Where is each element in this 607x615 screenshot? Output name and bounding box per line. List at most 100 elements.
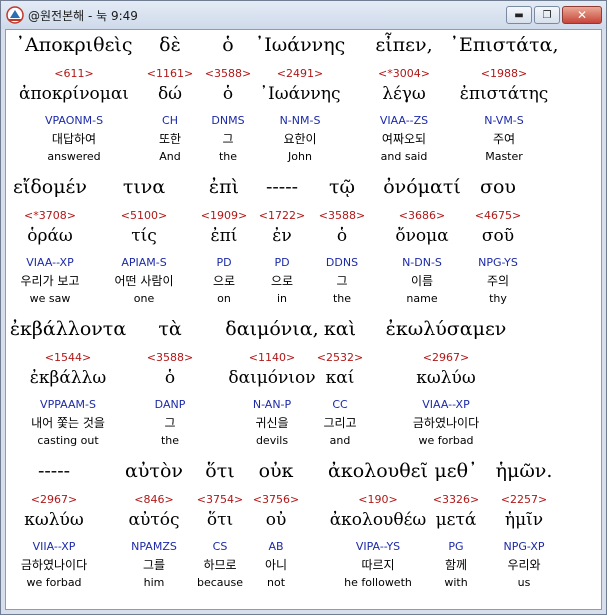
strong-number: <*3708> [24, 209, 76, 222]
english-gloss: not [266, 576, 286, 589]
lemma: σοῦ [481, 226, 515, 246]
lemma: ἡμῖν [504, 510, 544, 530]
lemma: κωλύω [416, 368, 476, 388]
greek-word[interactable]: τῷ [329, 176, 355, 198]
parsing-code: APIAM-S [121, 256, 167, 269]
strong-number: <3756> [252, 493, 300, 506]
korean-gloss: 대답하여 [51, 132, 97, 146]
minimize-button[interactable]: ▬ [506, 6, 532, 24]
app-logo-icon [6, 6, 24, 24]
greek-word[interactable]: τινα [123, 176, 165, 198]
korean-gloss: 주의 [486, 274, 510, 288]
greek-word[interactable]: ὅτι [205, 460, 234, 482]
english-gloss: with [444, 576, 468, 589]
korean-gloss: 함께 [444, 558, 468, 572]
strong-number: <3686> [398, 209, 446, 222]
greek-word[interactable]: ----- [38, 460, 70, 482]
english-gloss: the [160, 434, 180, 447]
english-gloss: and [329, 434, 351, 447]
strong-number: <1544> [44, 351, 92, 364]
strong-number: <3588> [318, 209, 366, 222]
greek-word[interactable]: ----- [266, 176, 298, 198]
parsing-code: N-DN-S [402, 256, 442, 269]
title-bar[interactable]: @원전본해 - 눅 9:49 ▬ ❐ ✕ [1, 1, 606, 29]
maximize-icon: ❐ [542, 9, 552, 21]
english-gloss: we saw [29, 292, 71, 305]
lemma: ἐν [272, 226, 292, 246]
strong-number: <3588> [146, 351, 194, 364]
parsing-code: VPPAAM-S [40, 398, 96, 411]
parsing-code: VIAA--ZS [379, 114, 429, 127]
english-gloss: and said [380, 150, 428, 163]
close-button[interactable]: ✕ [562, 6, 602, 24]
english-gloss: devils [255, 434, 289, 447]
greek-word[interactable]: ὁ [222, 34, 233, 56]
parsing-code: NPG-YS [478, 256, 518, 269]
lemma: δώ [157, 84, 183, 104]
greek-word[interactable]: ᾿Αποκριθεὶς [15, 34, 132, 56]
window-title: @원전본해 - 눅 9:49 [28, 9, 138, 23]
english-gloss: answered [47, 150, 101, 163]
greek-word[interactable]: ᾿Επιστάτα, [450, 34, 559, 56]
strong-number: <1909> [200, 209, 248, 222]
greek-word[interactable]: ἡμῶν. [496, 460, 553, 482]
lemma: ὁράω [27, 226, 73, 246]
maximize-button[interactable]: ❐ [534, 6, 560, 24]
strong-number: <5100> [120, 209, 168, 222]
parsing-code: VIAA--XP [26, 256, 74, 269]
english-gloss: casting out [37, 434, 99, 447]
parsing-code: DNMS [211, 114, 245, 127]
korean-gloss: 하므로 [203, 558, 237, 572]
lemma: ἐπιστάτης [459, 84, 549, 104]
greek-word[interactable]: μεθ᾿ [434, 460, 477, 482]
korean-gloss: 아니 [264, 558, 288, 572]
greek-word[interactable]: ἐκβάλλοντα [10, 318, 126, 340]
greek-word[interactable]: ἀκολουθεῖ [328, 460, 428, 482]
parsing-code: VPAONM-S [44, 114, 104, 127]
greek-word[interactable]: ᾿Ιωάννης [255, 34, 345, 56]
close-icon: ✕ [576, 8, 588, 22]
strong-number: <*3004> [378, 67, 430, 80]
greek-word[interactable]: εἶπεν, [375, 34, 432, 56]
strong-number: <4675> [474, 209, 522, 222]
lemma: ὅτι [206, 510, 234, 530]
lemma: μετά [435, 510, 477, 530]
korean-gloss: 그를 [142, 558, 166, 572]
strong-number: <2967> [30, 493, 78, 506]
korean-gloss: 여짜오되 [381, 132, 427, 146]
parsing-code: PD [216, 256, 232, 269]
strong-number: <1140> [248, 351, 296, 364]
greek-word[interactable]: καὶ [324, 318, 356, 340]
korean-gloss: 귀신을 [255, 416, 289, 430]
greek-word[interactable]: ἐπὶ [209, 176, 239, 198]
lemma: ὁ [164, 368, 176, 388]
english-gloss: thy [489, 292, 507, 305]
english-gloss: us [517, 576, 531, 589]
greek-word[interactable]: εἴδομέν [13, 176, 87, 198]
greek-word[interactable]: δὲ [159, 34, 181, 56]
greek-word[interactable]: ἐκωλύσαμεν [386, 318, 507, 340]
english-gloss: Master [485, 150, 523, 163]
greek-word[interactable]: αὐτὸν [125, 460, 183, 482]
lemma: καί [325, 368, 355, 388]
strong-number: <3588> [204, 67, 252, 80]
parsing-code: N-NM-S [279, 114, 321, 127]
lemma: ἐπί [210, 226, 238, 246]
english-gloss: on [217, 292, 231, 305]
greek-word[interactable]: δαιμόνια, [225, 318, 318, 340]
parsing-code: DDNS [325, 256, 359, 269]
korean-gloss: 또한 [158, 132, 182, 146]
korean-gloss: 으로 [212, 274, 236, 288]
korean-gloss: 그 [222, 132, 234, 146]
parsing-code: DANP [154, 398, 186, 411]
korean-gloss: 금하였나이다 [412, 416, 480, 430]
lemma: τίς [131, 226, 157, 246]
greek-word[interactable]: σου [480, 176, 516, 198]
greek-word[interactable]: ὀνόματί [383, 176, 461, 198]
korean-gloss: 주여 [492, 132, 516, 146]
korean-gloss: 금하였나이다 [20, 558, 88, 572]
greek-word[interactable]: οὐκ [259, 460, 294, 482]
lemma: οὐ [265, 510, 287, 530]
greek-word[interactable]: τὰ [158, 318, 181, 340]
korean-gloss: 그 [336, 274, 348, 288]
